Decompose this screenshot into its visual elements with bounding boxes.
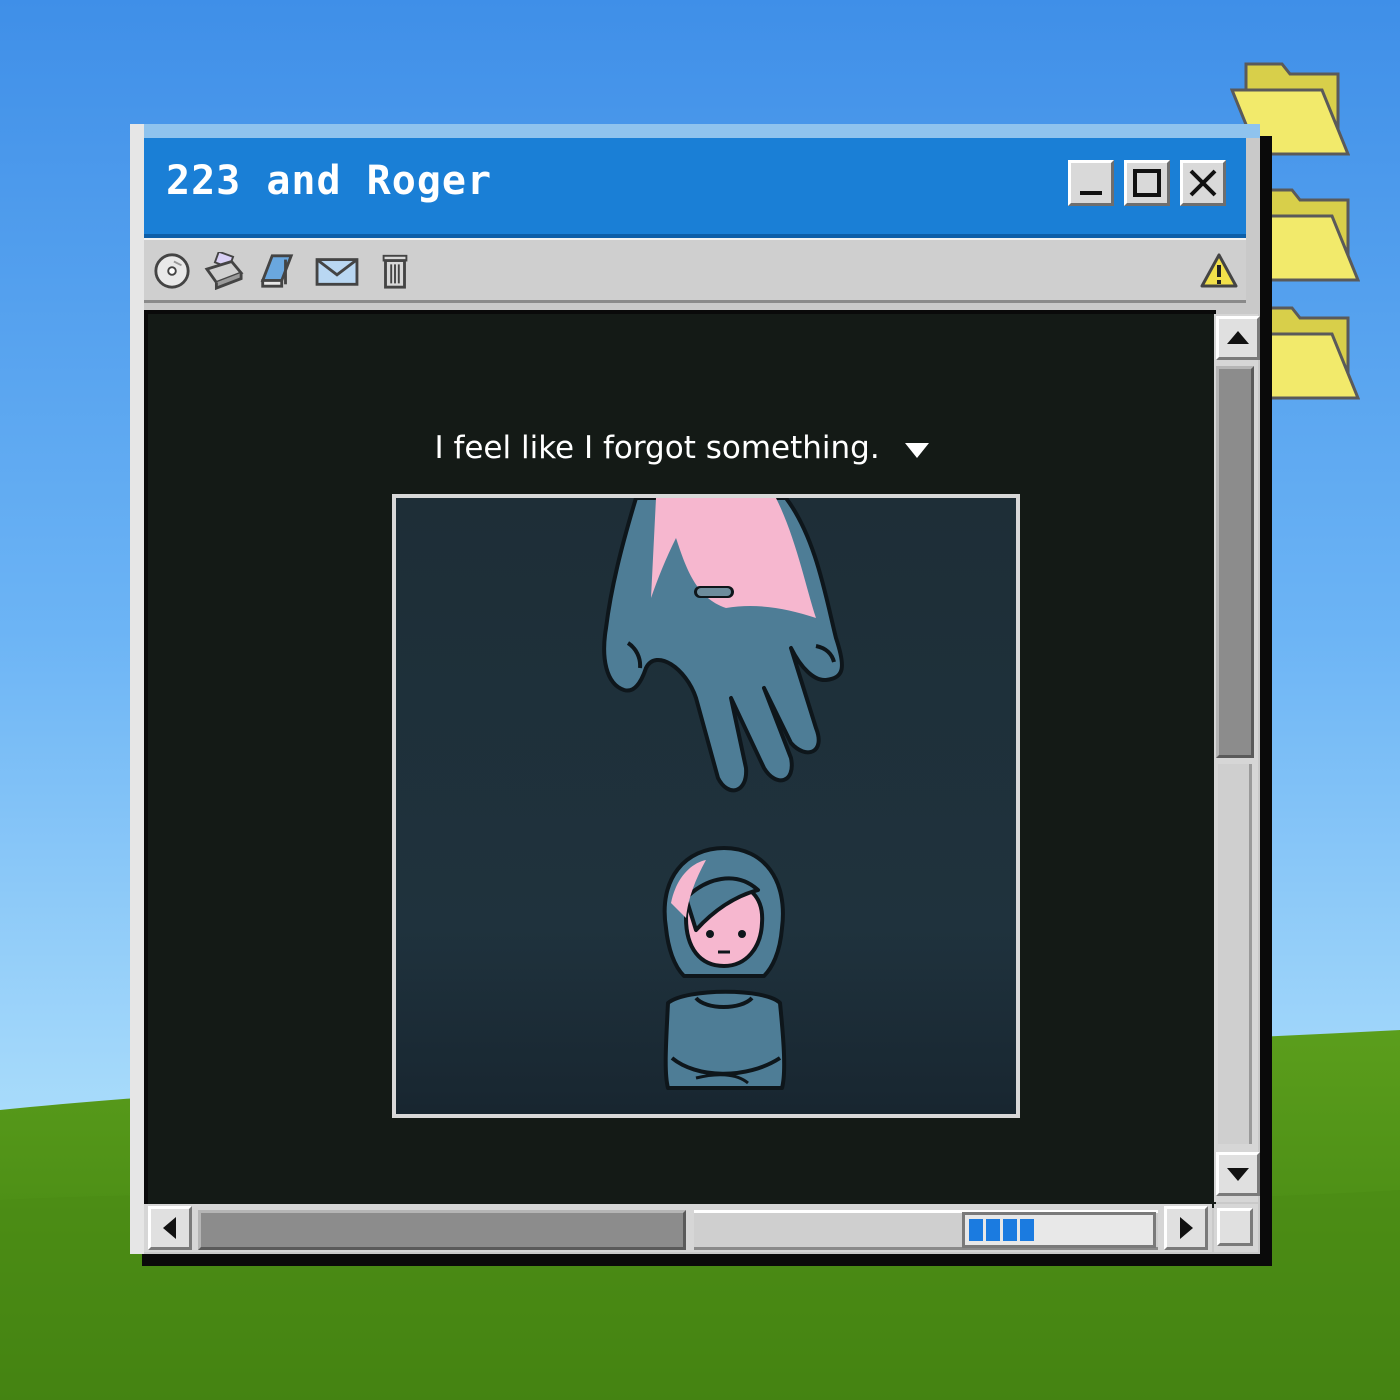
arrow-up-icon	[1227, 331, 1249, 344]
resize-grip[interactable]	[1217, 1208, 1253, 1246]
progress-bar	[962, 1212, 1156, 1248]
toolbar	[144, 238, 1246, 303]
vertical-scrollbar[interactable]	[1214, 314, 1260, 1202]
progress-segment	[986, 1219, 1000, 1241]
app-window: 223 and Roger I feel like I forgot somet…	[130, 124, 1260, 1254]
horizontal-scrollbar[interactable]	[144, 1204, 1212, 1252]
window-frame-left	[130, 124, 144, 1254]
progress-segment	[1003, 1219, 1017, 1241]
hand-and-girl-illustration	[392, 494, 1020, 1118]
printer-icon[interactable]	[202, 252, 246, 290]
arrow-down-icon	[1227, 1168, 1249, 1181]
scroll-left-button[interactable]	[148, 1206, 192, 1250]
cd-icon[interactable]	[152, 252, 192, 290]
close-button[interactable]	[1180, 160, 1226, 206]
resize-corner[interactable]	[1214, 1204, 1258, 1252]
scroll-right-button[interactable]	[1164, 1206, 1208, 1250]
warning-icon[interactable]	[1200, 252, 1238, 290]
scroll-up-button[interactable]	[1216, 316, 1260, 360]
close-icon	[1189, 169, 1217, 197]
scroll-down-button[interactable]	[1216, 1152, 1260, 1196]
caption-text: I feel like I forgot something.	[434, 430, 880, 466]
girl-figure	[662, 846, 787, 1090]
window-frame-top	[130, 124, 1260, 138]
dialogue-caption[interactable]: I feel like I forgot something.	[148, 430, 1216, 466]
horizontal-scroll-thumb[interactable]	[198, 1210, 686, 1250]
notepad-icon[interactable]	[256, 252, 296, 290]
vertical-scroll-thumb[interactable]	[1216, 366, 1254, 758]
arrow-left-icon	[163, 1217, 176, 1239]
minimize-icon	[1080, 191, 1102, 195]
content-viewport: I feel like I forgot something.	[144, 310, 1216, 1208]
title-bar[interactable]: 223 and Roger	[144, 138, 1246, 238]
triangle-down-icon[interactable]	[904, 440, 930, 460]
minimize-button[interactable]	[1068, 160, 1114, 206]
maximize-button[interactable]	[1124, 160, 1170, 206]
pill	[694, 586, 734, 598]
maximize-icon	[1133, 169, 1161, 197]
progress-segment	[969, 1219, 983, 1241]
vertical-scroll-track[interactable]	[1218, 764, 1252, 1144]
trash-icon[interactable]	[380, 252, 410, 290]
window-title: 223 and Roger	[166, 158, 493, 204]
progress-segment	[1020, 1219, 1034, 1241]
mail-icon[interactable]	[314, 252, 360, 290]
arrow-right-icon	[1180, 1217, 1193, 1239]
